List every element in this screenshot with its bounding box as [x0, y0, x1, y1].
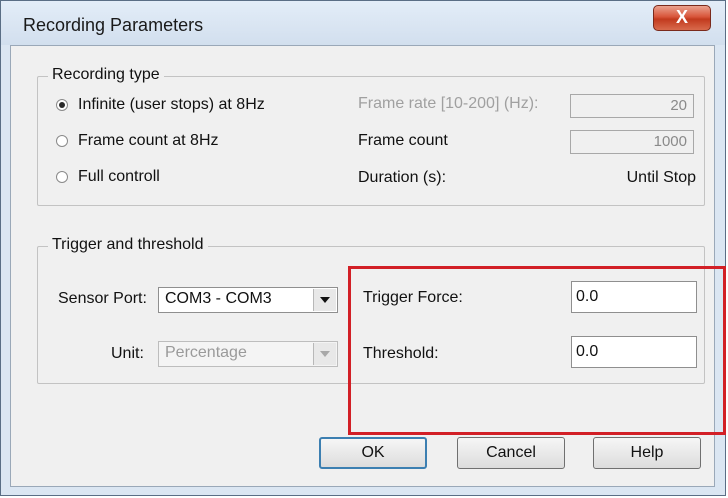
trigger-force-input[interactable]: 0.0 [571, 281, 697, 313]
threshold-label: Threshold: [363, 345, 439, 362]
sensor-port-select[interactable]: COM3 - COM3 [158, 287, 338, 313]
radio-full-control-label: Full controll [78, 168, 160, 185]
help-button[interactable]: Help [593, 437, 701, 469]
frame-count-label: Frame count [358, 132, 448, 149]
recording-type-label: Recording type [48, 66, 164, 84]
frame-count-field[interactable]: 1000 [570, 130, 694, 154]
radio-infinite[interactable]: Infinite (user stops) at 8Hz [56, 94, 265, 116]
highlight-box: Trigger Force: 0.0 Threshold: 0.0 [348, 266, 726, 435]
duration-value: Until Stop [626, 169, 696, 186]
unit-value: Percentage [165, 344, 247, 361]
recording-type-group: Recording type Infinite (user stops) at … [37, 66, 705, 206]
close-button[interactable]: X [653, 5, 711, 31]
dialog-body: Recording type Infinite (user stops) at … [10, 45, 726, 487]
sensor-port-value: COM3 - COM3 [165, 290, 272, 307]
radio-button-checked[interactable] [56, 99, 68, 111]
sensor-port-label: Sensor Port: [58, 290, 147, 307]
unit-label: Unit: [111, 345, 144, 362]
dialog-window: Recording Parameters X Recording type In… [0, 0, 726, 496]
radio-full-control[interactable]: Full controll [56, 166, 160, 188]
window-title: Recording Parameters [23, 15, 204, 35]
chevron-down-icon [320, 297, 330, 303]
close-icon: X [675, 7, 688, 27]
unit-select[interactable]: Percentage [158, 341, 338, 367]
threshold-input[interactable]: 0.0 [571, 336, 697, 368]
radio-frame-count[interactable]: Frame count at 8Hz [56, 130, 219, 152]
trigger-force-label: Trigger Force: [363, 289, 463, 306]
frame-rate-field[interactable]: 20 [570, 94, 694, 118]
radio-frame-count-label: Frame count at 8Hz [78, 132, 219, 149]
title-bar[interactable]: Recording Parameters X [1, 1, 725, 45]
dropdown-button[interactable] [313, 343, 336, 365]
frame-rate-label: Frame rate [10-200] (Hz): [358, 95, 539, 112]
chevron-down-icon [320, 351, 330, 357]
radio-infinite-label: Infinite (user stops) at 8Hz [78, 96, 265, 113]
radio-button[interactable] [56, 135, 68, 147]
ok-button[interactable]: OK [319, 437, 427, 469]
trigger-threshold-label: Trigger and threshold [48, 236, 208, 254]
radio-button[interactable] [56, 171, 68, 183]
cancel-button[interactable]: Cancel [457, 437, 565, 469]
dropdown-button[interactable] [313, 289, 336, 311]
duration-label: Duration (s): [358, 169, 447, 186]
